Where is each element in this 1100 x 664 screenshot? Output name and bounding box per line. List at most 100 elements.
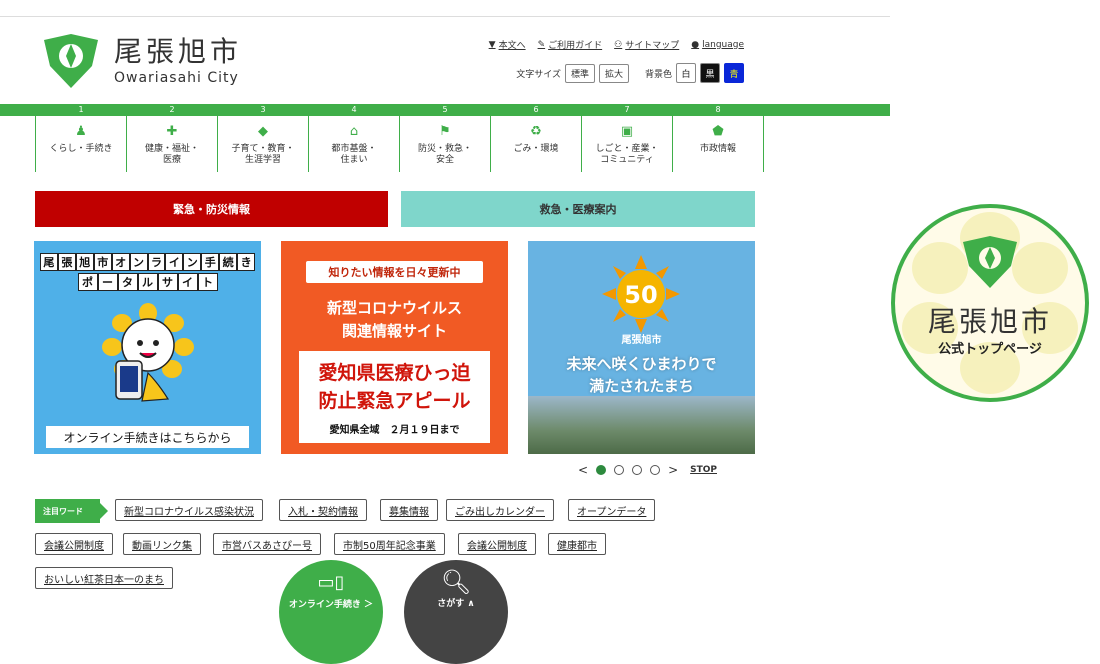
slider-prev-button[interactable]: < [578,463,588,477]
title-tile: イ [177,273,198,291]
svg-text:50: 50 [624,281,657,309]
top-divider [0,16,890,17]
title-tile: ー [97,273,118,291]
search-icon: 🔍︎ [440,568,472,596]
title-tile: サ [157,273,178,291]
title-tile: 市 [93,253,112,271]
anniversary-city-name: 尾張旭市 [621,335,662,346]
slider-stop-button[interactable]: STOP [690,465,717,475]
title-tile: ン [129,253,148,271]
sitemap-icon: ⚇ [614,39,623,50]
logo-english: Owariasahi City [114,70,239,86]
skip-to-content-link[interactable]: ▼ 本文へ [488,38,526,52]
city-anniversary-banner[interactable]: 50 尾張旭市 未来へ咲くひまわりで 満たされたまち [528,241,755,454]
language-link[interactable]: ● language [691,38,744,51]
arrow-down-icon: ▼ [488,39,496,50]
keyword-link[interactable]: 募集情報 [380,499,438,521]
slider-dot[interactable] [632,465,643,475]
keyword-link[interactable]: 市制50周年記念事業 [334,533,445,555]
keyword-link[interactable]: 動画リンク集 [123,533,201,555]
nav-life[interactable]: 1 ♟ くらし・手続き [35,104,126,172]
title-tile: 旭 [75,253,94,271]
font-size-label: 文字サイズ [516,69,561,80]
title-tile: ラ [147,253,166,271]
bg-blue-button[interactable]: 青 [724,63,744,83]
covid-banner-header: 知りたい情報を日々更新中 [306,261,483,283]
cityscape-image [528,396,755,454]
title-tile: 張 [57,253,76,271]
flag-icon: ⚑ [439,124,451,139]
keyword-link[interactable]: ごみ出しカレンダー [446,499,554,521]
title-tile: 続 [219,253,238,271]
emblem-icon: ⬟ [712,124,724,139]
slider-dot[interactable] [596,465,607,475]
covid-banner-title: 新型コロナウイルス 関連情報サイト [326,299,462,340]
recycle-icon: ♻ [530,124,542,139]
nav-housing[interactable]: 4 ⌂ 都市基盤・ 住まい [308,104,399,172]
nav-work[interactable]: 7 ▣ しごと・産業・ コミュニティ [581,104,672,172]
slider-dot[interactable] [614,465,625,475]
briefcase-icon: ▣ [620,124,634,139]
official-top-seal: 尾張旭市 公式トップページ [891,204,1089,402]
font-standard-button[interactable]: 標準 [564,63,595,83]
font-large-button[interactable]: 拡大 [598,63,629,83]
logo-japanese: 尾張旭市 [114,35,243,68]
sunflower-mascot-icon [102,303,194,402]
laptop-phone-icon: ▭▯ [317,572,345,593]
title-tile: ン [183,253,202,271]
slider-next-button[interactable]: > [668,463,678,477]
bg-color-label: 背景色 [644,69,672,80]
banner-title-tiles: 尾張旭市オンライン手続き ポータルサイト [39,253,256,293]
keyword-link[interactable]: 会議公開制度 [458,533,536,555]
medical-icon: ✚ [166,124,178,139]
nav-environment[interactable]: 6 ♻ ごみ・環境 [490,104,581,172]
slider-controls: < > STOP [578,463,717,477]
seal-subtitle: 公式トップページ [938,342,1042,357]
globe-icon: ● [691,39,700,50]
nav-government[interactable]: 8 ⬟ 市政情報 [672,104,764,172]
title-tile: 尾 [39,253,58,271]
emergency-info-button[interactable]: 緊急・防災情報 [35,191,388,227]
sitemap-link[interactable]: ⚇ サイトマップ [614,38,679,52]
online-procedures-fab[interactable]: ▭▯ オンライン手続き ＞ [279,560,383,664]
title-tile: イ [165,253,184,271]
title-tile: ル [137,273,158,291]
nav-health[interactable]: 2 ✚ 健康・福祉・ 医療 [126,104,217,172]
keyword-link[interactable]: 会議公開制度 [35,533,113,555]
keyword-link[interactable]: おいしい紅茶日本一のまち [35,567,173,589]
education-icon: ◆ [258,124,268,139]
site-logo[interactable]: 尾張旭市 Owariasahi City [40,30,242,92]
nav-safety[interactable]: 5 ⚑ 防災・救急・ 安全 [399,104,490,172]
global-nav: 1 ♟ くらし・手続き 2 ✚ 健康・福祉・ 医療 3 ◆ 子育て・教育・ 生涯学習 4 ⌂ 都… [35,104,764,172]
online-procedures-cta: オンライン手続きはこちらから [46,426,249,448]
title-tile: タ [117,273,138,291]
online-procedures-banner[interactable]: 尾張旭市オンライン手続き ポータルサイト オンライン手続きはこちらから [34,241,261,454]
sunflower-50-icon: 50 [602,255,680,333]
title-tile: 手 [201,253,220,271]
guide-link[interactable]: ✎ ご利用ガイド [537,38,603,52]
nav-education[interactable]: 3 ◆ 子育て・教育・ 生涯学習 [217,104,308,172]
medical-info-button[interactable]: 救急・医療案内 [401,191,755,227]
pen-icon: ✎ [537,39,546,50]
anniversary-tagline: 未来へ咲くひまわりで 満たされたまち [566,355,717,395]
covid-info-banner[interactable]: 知りたい情報を日々更新中 新型コロナウイルス 関連情報サイト 愛知県医療ひっ迫 … [281,241,508,454]
keyword-link[interactable]: 入札・契約情報 [279,499,367,521]
keyword-link[interactable]: 新型コロナウイルス感染状況 [115,499,263,521]
covid-appeal-box: 愛知県医療ひっ迫 防止緊急アピール 愛知県全域 ２月１９日まで [299,351,490,443]
keyword-link[interactable]: 健康都市 [548,533,606,555]
keyword-link[interactable]: オープンデータ [568,499,656,521]
seal-city-name: 尾張旭市 [927,305,1052,338]
title-tile: ト [197,273,218,291]
search-fab[interactable]: 🔍︎ さがす ∧ [404,560,508,664]
hot-words-label: 注目ワード [35,499,108,523]
people-icon: ♟ [75,124,87,139]
utility-links: ▼ 本文へ ✎ ご利用ガイド ⚇ サイトマップ ● language [488,38,744,52]
title-tile: ポ [77,273,98,291]
keyword-link[interactable]: 市営バスあさぴー号 [213,533,321,555]
title-tile: オ [111,253,130,271]
house-icon: ⌂ [349,124,359,139]
title-tile: き [237,253,256,271]
slider-dot[interactable] [650,465,661,475]
bg-white-button[interactable]: 白 [676,63,696,83]
bg-black-button[interactable]: 黒 [700,63,720,83]
